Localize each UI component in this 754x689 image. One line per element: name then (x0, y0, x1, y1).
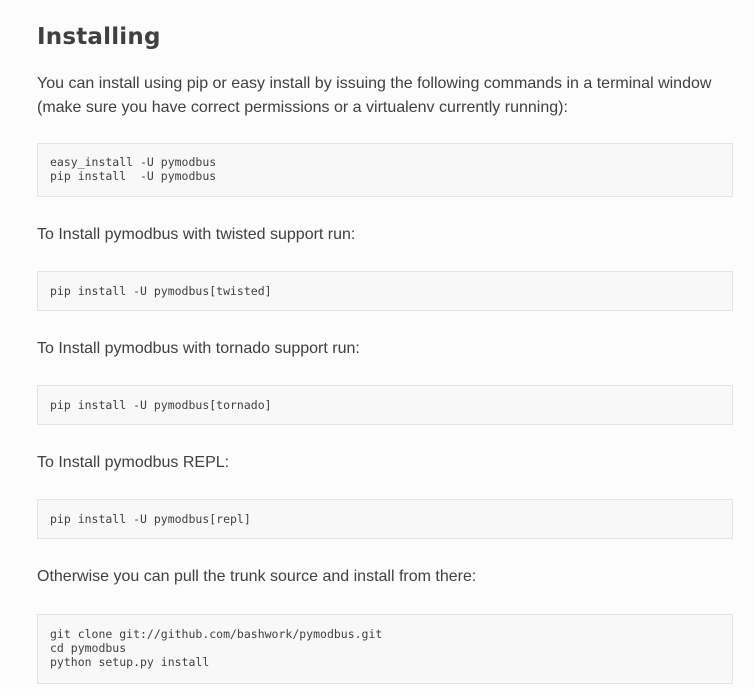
code-block-tornado-install[interactable]: pip install -U pymodbus[tornado] (37, 385, 733, 425)
installing-section: Installing You can install using pip or … (0, 0, 754, 684)
repl-paragraph: To Install pymodbus REPL: (37, 454, 230, 471)
code-block-twisted-install[interactable]: pip install -U pymodbus[twisted] (37, 271, 733, 311)
tornado-paragraph: To Install pymodbus with tornado support… (37, 340, 360, 357)
section-heading: Installing (37, 24, 161, 50)
code-block-basic-install[interactable]: easy_install -U pymodbus pip install -U … (37, 143, 733, 197)
intro-paragraph: You can install using pip or easy instal… (37, 75, 712, 116)
code-block-repl-install[interactable]: pip install -U pymodbus[repl] (37, 499, 733, 539)
code-block-source-install[interactable]: git clone git://github.com/bashwork/pymo… (37, 614, 733, 684)
source-paragraph: Otherwise you can pull the trunk source … (37, 568, 477, 585)
twisted-paragraph: To Install pymodbus with twisted support… (37, 226, 356, 243)
